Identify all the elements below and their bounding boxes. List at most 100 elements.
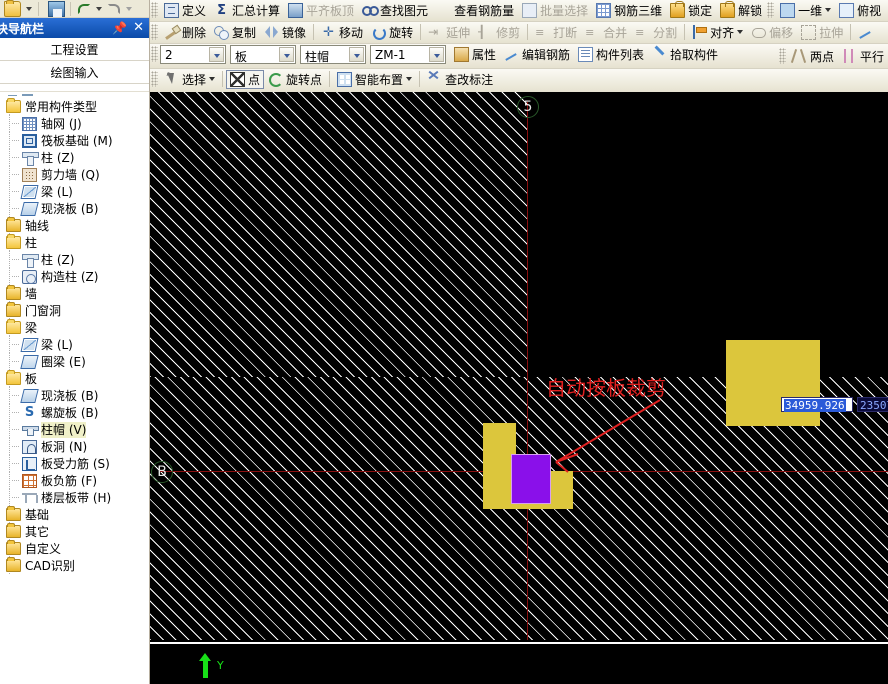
toolbar-grip[interactable] [767, 2, 775, 18]
chevron-down-icon-undo[interactable] [96, 7, 102, 11]
toolbar-button-edit-rebar-1[interactable]: 编辑钢筋 [500, 44, 574, 64]
tree-item-27[interactable]: CAD识别 [0, 557, 148, 574]
toolbar-grip[interactable] [151, 2, 158, 18]
open-folder-icon[interactable] [4, 0, 21, 17]
tree-item-1[interactable]: 轴网 (J) [0, 115, 148, 132]
toolbar-button-define-0[interactable]: 定义 [160, 0, 210, 20]
toolbar-button-smart-layout-3[interactable]: 智能布置 [333, 69, 416, 89]
tree-item-2[interactable]: 筏板基础 (M) [0, 132, 148, 149]
tree-item-label: 自定义 [25, 541, 62, 556]
coord-y-input[interactable]: 23507 [857, 397, 888, 412]
floor-select[interactable]: 2 [160, 44, 226, 64]
tree-item-9[interactable]: 柱 (Z) [0, 251, 148, 268]
toolbar-button-move-3[interactable]: ✛ 移动 [317, 22, 367, 42]
toolbar-button-copy-1[interactable]: 复制 [210, 22, 260, 42]
tree-item-15[interactable]: 圈梁 (E) [0, 353, 148, 370]
tree-item-18[interactable]: S 螺旋板 (B) [0, 404, 148, 421]
tree-item-label: 螺旋板 (B) [41, 405, 99, 420]
tree-item-20[interactable]: 板洞 (N) [0, 438, 148, 455]
toolbar-button-pick-component-3[interactable]: 拾取构件 [648, 44, 722, 64]
component-category-select[interactable]: 板 [230, 44, 296, 64]
toolbar-separator [419, 71, 421, 87]
toolbar-button-lock-7[interactable]: 锁定 [666, 0, 716, 20]
column-icon [22, 253, 39, 268]
two-point-icon [792, 49, 807, 64]
tree-item-6[interactable]: 现浇板 (B) [0, 200, 148, 217]
toolbar-grip[interactable] [778, 48, 786, 64]
toolbar-grip[interactable] [151, 24, 158, 40]
folder-closed-icon [6, 506, 21, 521]
close-icon[interactable]: ✕ [133, 20, 144, 35]
tree-item-5[interactable]: 梁 (L) [0, 183, 148, 200]
tree-item-11[interactable]: 墙 [0, 285, 148, 302]
toolbar-button-trim-6: ┨ 修剪 [474, 22, 524, 42]
coord-x-input[interactable]: 34959.926 [781, 397, 853, 412]
toolbar-button-mirror-2[interactable]: 镜像 [260, 22, 310, 42]
save-icon[interactable] [48, 1, 65, 17]
tree-item-8[interactable]: 柱 [0, 234, 148, 251]
tree-item-4[interactable]: 剪力墙 (Q) [0, 166, 148, 183]
chevron-down-icon[interactable] [825, 8, 832, 12]
tree-item-13[interactable]: 梁 [0, 319, 148, 336]
pin-icon[interactable]: 📌 [112, 21, 127, 35]
chevron-down-icon[interactable] [429, 46, 444, 62]
toolbar-button-label: 平齐板顶 [306, 3, 355, 18]
tree-item-14[interactable]: 梁 (L) [0, 336, 148, 353]
undo-icon[interactable] [78, 4, 90, 14]
toolbar-button-extend-5: ⇥ 延伸 [424, 22, 474, 42]
chevron-down-icon[interactable] [406, 77, 413, 81]
toolbar-button-sigma-1[interactable]: Σ 汇总计算 [210, 0, 284, 20]
tree-item-24[interactable]: 基础 [0, 506, 148, 523]
tree-item-3[interactable]: 柱 (Z) [0, 149, 148, 166]
toolbar-button-one-dim-9[interactable]: 一维 [776, 0, 835, 20]
chevron-down-icon[interactable] [279, 46, 294, 62]
toolbar-button-top-view-10[interactable]: 俯视 [835, 0, 885, 20]
tree-item-17[interactable]: 现浇板 (B) [0, 387, 148, 404]
toolbar-button-rotate-point-2[interactable]: 旋转点 [264, 69, 326, 89]
chevron-down-icon-open[interactable] [26, 7, 32, 11]
toolbar-button-unlock-8[interactable]: 解锁 [716, 0, 766, 20]
toolbar-button-delete-0[interactable]: 删除 [160, 22, 210, 42]
component-name-select[interactable]: ZM-1 [370, 44, 446, 64]
tree-guide-line [9, 166, 10, 183]
tree-guide-line [9, 489, 10, 506]
component-tree[interactable]: 常用构件类型 轴网 (J) 筏板基础 (M) 柱 (Z) 剪力墙 (Q) 梁 (L) 现浇板… [0, 96, 148, 684]
tree-item-0[interactable]: 常用构件类型 [0, 98, 148, 115]
toolbar-grip[interactable] [151, 71, 158, 87]
chevron-down-icon[interactable] [209, 46, 224, 62]
tree-item-23[interactable]: 楼层板带 (H) [0, 489, 148, 506]
toolbar-button-point-1[interactable]: 点 [226, 69, 265, 89]
toolbar-button-component-list-2[interactable]: 构件列表 [574, 44, 648, 64]
toolbar-button-rebar-3d-6[interactable]: 钢筋三维 [592, 0, 666, 20]
tree-item-21[interactable]: 板受力筋 (S) [0, 455, 148, 472]
chevron-down-icon[interactable] [737, 30, 744, 34]
component-type-select[interactable]: 柱帽 [300, 44, 366, 64]
toolbar-button-parallel-1[interactable]: 平行 [838, 46, 888, 66]
toolbar-button-align-10[interactable]: 对齐 [688, 22, 747, 42]
drawing-canvas[interactable]: 5 B 自动按板裁剪 34959.926 23507 Y [150, 92, 888, 684]
toolbar-button-select-cursor-0[interactable]: 选择 [160, 69, 219, 89]
toolbar-button-label: 钢筋三维 [614, 3, 663, 18]
toolbar-button-rotate-4[interactable]: 旋转 [367, 22, 417, 42]
toolbar-button-label: 延伸 [446, 25, 471, 40]
chevron-down-icon[interactable] [349, 46, 364, 62]
tree-item-7[interactable]: 轴线 [0, 217, 148, 234]
sidebar-btn-draw-input[interactable]: 绘图输入 [0, 61, 149, 84]
toolbar-button-view-rebar-qty-4[interactable]: 查看钢筋量 [432, 0, 518, 20]
tree-item-25[interactable]: 其它 [0, 523, 148, 540]
tree-item-19[interactable]: 柱帽 (V) [0, 421, 148, 438]
tree-item-26[interactable]: 自定义 [0, 540, 148, 557]
toolbar-button-two-point-0[interactable]: 两点 [788, 46, 838, 66]
tree-item-10[interactable]: 构造柱 (Z) [0, 268, 148, 285]
toolbar-button-check-edit-annotation-4[interactable]: 查改标注 [423, 69, 497, 89]
sidebar-btn-project-settings[interactable]: 工程设置 [0, 38, 149, 61]
tree-item-16[interactable]: 板 [0, 370, 148, 387]
toolbar-button-find-element-3[interactable]: 查找图元 [358, 0, 432, 20]
toolbar-grip[interactable] [151, 46, 158, 62]
slab-element-large[interactable] [726, 340, 820, 426]
tree-item-label: 柱 (Z) [41, 150, 75, 165]
chevron-down-icon[interactable] [209, 77, 216, 81]
tree-item-12[interactable]: 门窗洞 [0, 302, 148, 319]
tree-item-22[interactable]: 板负筋 (F) [0, 472, 148, 489]
toolbar-button-properties-0[interactable]: 属性 [450, 44, 500, 64]
